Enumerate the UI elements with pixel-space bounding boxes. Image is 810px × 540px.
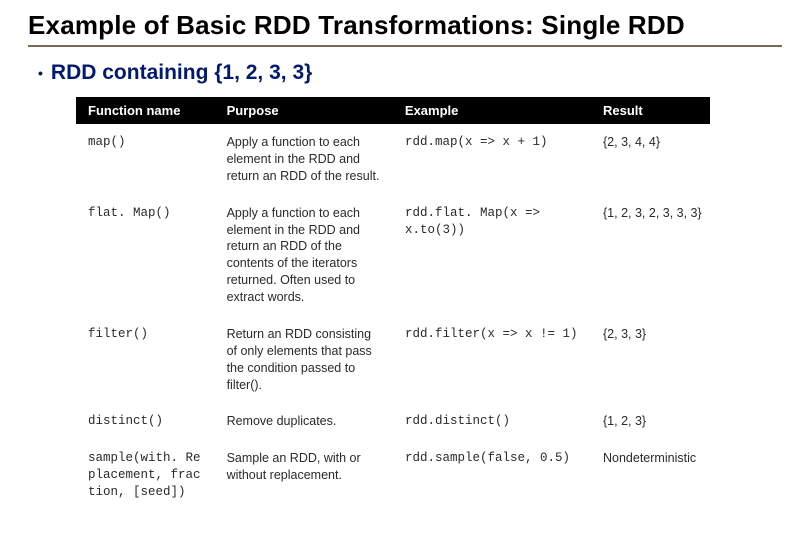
table-row: sample(with. Re placement, frac tion, [s… [76, 440, 710, 511]
table-row: map() Apply a function to each element i… [76, 124, 710, 195]
cell-function-name: sample(with. Re placement, frac tion, [s… [84, 450, 227, 501]
cell-purpose: Remove duplicates. [227, 413, 405, 430]
slide-container: Example of Basic RDD Transformations: Si… [0, 0, 810, 511]
cell-purpose: Return an RDD consisting of only element… [227, 326, 405, 394]
cell-example: rdd.distinct() [405, 413, 603, 430]
cell-function-name: flat. Map() [84, 205, 227, 222]
col-header-result: Result [603, 103, 702, 118]
cell-result: Nondeterministic [603, 450, 702, 467]
col-header-example: Example [405, 103, 603, 118]
cell-purpose: Apply a function to each element in the … [227, 134, 405, 185]
cell-example: rdd.sample(false, 0.5) [405, 450, 603, 467]
cell-function-name: map() [84, 134, 227, 151]
cell-purpose: Apply a function to each element in the … [227, 205, 405, 306]
bullet-text: RDD containing {1, 2, 3, 3} [51, 61, 312, 85]
col-header-function-name: Function name [84, 103, 227, 118]
bullet-icon: • [38, 65, 43, 81]
table-row: filter() Return an RDD consisting of onl… [76, 316, 710, 404]
cell-example: rdd.map(x => x + 1) [405, 134, 603, 151]
table-body: map() Apply a function to each element i… [76, 124, 710, 511]
bullet-prefix: RDD [51, 61, 97, 84]
cell-function-name: distinct() [84, 413, 227, 430]
cell-result: {1, 2, 3} [603, 413, 702, 430]
table-header-row: Function name Purpose Example Result [76, 97, 710, 124]
cell-result: {1, 2, 3, 2, 3, 3, 3} [603, 205, 702, 222]
bullet-line: • RDD containing {1, 2, 3, 3} [38, 61, 782, 85]
cell-result: {2, 3, 4, 4} [603, 134, 702, 151]
slide-title: Example of Basic RDD Transformations: Si… [28, 10, 782, 47]
table-row: distinct() Remove duplicates. rdd.distin… [76, 403, 710, 440]
cell-result: {2, 3, 3} [603, 326, 702, 343]
transformations-table: Function name Purpose Example Result map… [76, 97, 710, 511]
cell-example: rdd.flat. Map(x => x.to(3)) [405, 205, 603, 239]
table-row: flat. Map() Apply a function to each ele… [76, 195, 710, 316]
col-header-purpose: Purpose [227, 103, 405, 118]
cell-purpose: Sample an RDD, with or without replaceme… [227, 450, 405, 484]
cell-example: rdd.filter(x => x != 1) [405, 326, 603, 343]
bullet-rest: containing {1, 2, 3, 3} [96, 61, 312, 84]
cell-function-name: filter() [84, 326, 227, 343]
